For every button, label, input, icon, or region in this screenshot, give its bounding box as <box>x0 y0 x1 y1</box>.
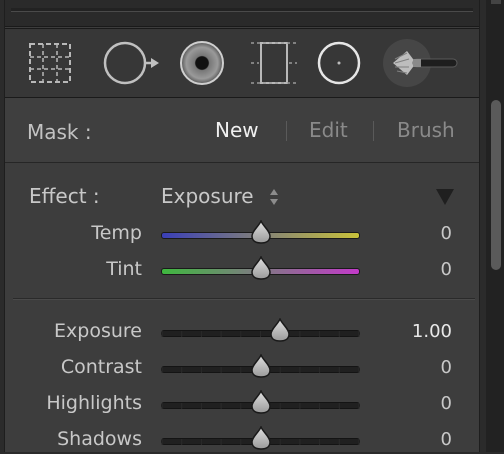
tint-slider-thumb[interactable] <box>250 254 272 280</box>
section-divider <box>13 298 475 300</box>
mask-separator <box>373 121 374 141</box>
contrast-label: Contrast <box>60 356 142 378</box>
highlights-label: Highlights <box>46 392 142 414</box>
radial-filter-icon[interactable] <box>304 29 374 97</box>
scrollbar-thumb[interactable] <box>491 100 501 270</box>
panel-scrollbar[interactable] <box>486 0 504 452</box>
graduated-filter-icon[interactable] <box>241 29 311 97</box>
panel-top-strip <box>5 0 479 27</box>
tint-label: Tint <box>106 258 142 280</box>
mask-bar: Mask : New Edit Brush <box>5 98 479 163</box>
shadows-label: Shadows <box>57 428 142 450</box>
temp-value[interactable]: 0 <box>385 223 452 244</box>
highlights-value[interactable]: 0 <box>385 393 452 414</box>
tool-strip <box>5 28 479 98</box>
mask-label: Mask : <box>27 120 92 144</box>
temp-slider-thumb[interactable] <box>250 218 272 244</box>
mask-new-button[interactable]: New <box>215 118 259 142</box>
develop-panel: Mask : New Edit Brush Effect : Exposure … <box>4 0 480 452</box>
highlights-slider-thumb[interactable] <box>250 388 272 414</box>
exposure-slider-ticks <box>161 322 360 337</box>
shadows-slider-thumb[interactable] <box>250 424 272 450</box>
tint-value[interactable]: 0 <box>385 259 452 280</box>
exposure-slider-thumb[interactable] <box>269 316 291 342</box>
up-down-chevron-icon[interactable] <box>268 186 280 208</box>
mask-edit-button[interactable]: Edit <box>309 118 348 142</box>
temp-label: Temp <box>91 222 142 244</box>
mask-separator <box>286 121 287 141</box>
adjustment-brush-icon[interactable] <box>383 29 458 97</box>
contrast-slider-thumb[interactable] <box>250 352 272 378</box>
spot-removal-icon[interactable] <box>95 29 165 97</box>
effect-preset-select[interactable]: Exposure <box>161 184 254 208</box>
crop-overlay-icon[interactable] <box>15 29 85 97</box>
mask-brush-button[interactable]: Brush <box>397 118 455 142</box>
exposure-label: Exposure <box>54 320 142 342</box>
red-eye-correction-icon[interactable] <box>168 29 238 97</box>
shadows-value[interactable]: 0 <box>385 429 452 450</box>
collapse-triangle-icon[interactable] <box>435 188 455 206</box>
exposure-value[interactable]: 1.00 <box>385 321 452 342</box>
contrast-value[interactable]: 0 <box>385 357 452 378</box>
effect-label: Effect : <box>29 184 100 208</box>
